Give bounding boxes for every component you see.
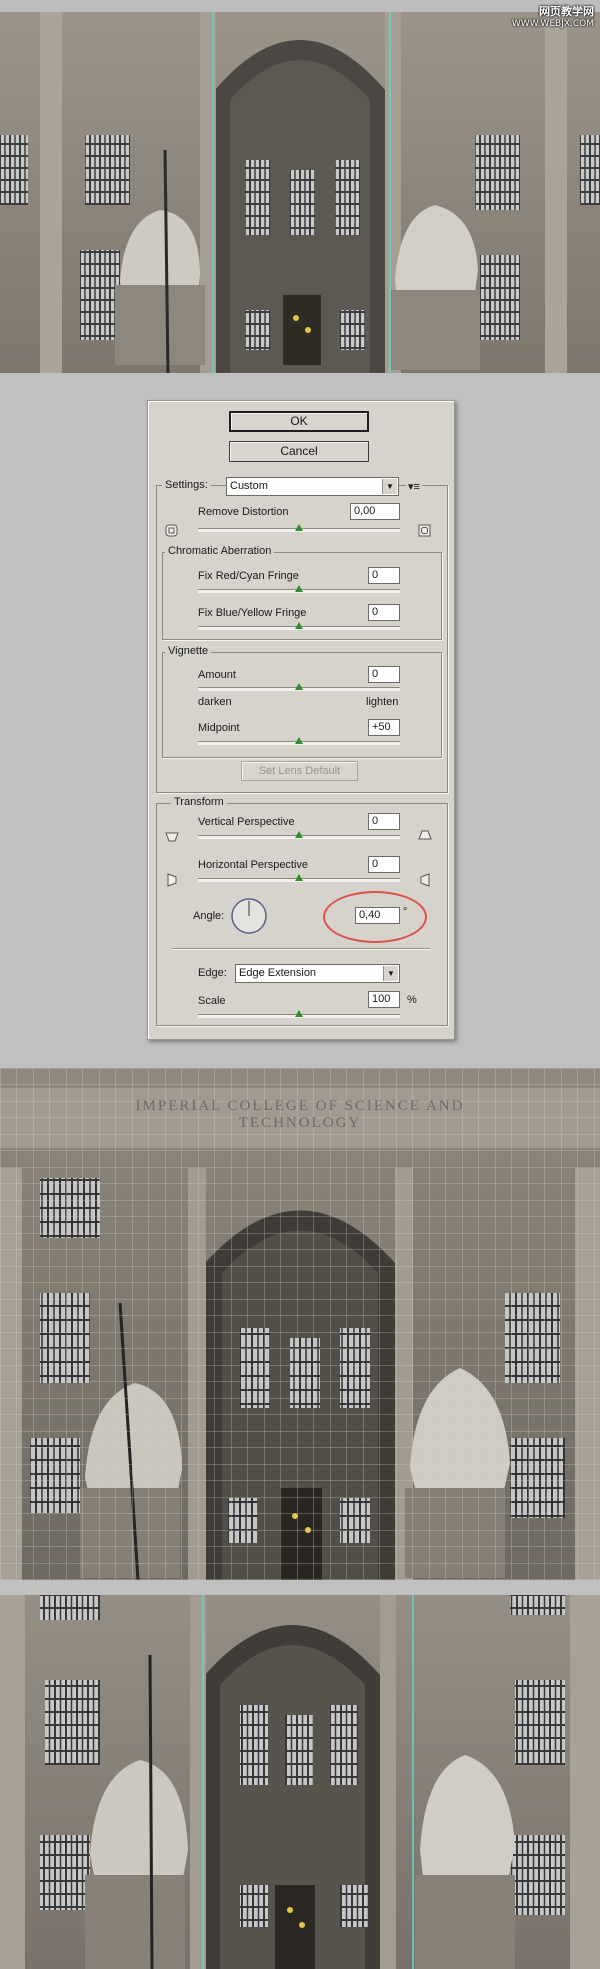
vignette-legend: Vignette [165, 645, 212, 657]
horizontal-perspective-left-icon [167, 873, 177, 887]
vertical-perspective-label: Vertical Perspective [198, 816, 295, 828]
red-cyan-thumb[interactable] [295, 585, 303, 592]
lighten-label: lighten [366, 696, 399, 708]
blue-yellow-thumb[interactable] [295, 622, 303, 629]
annotation-circle [323, 891, 427, 943]
red-cyan-label: Fix Red/Cyan Fringe [198, 570, 299, 582]
edge-select[interactable]: Edge Extension ▼ [235, 964, 400, 983]
vertical-perspective-thumb[interactable] [295, 831, 303, 838]
amount-field[interactable]: 0 [368, 666, 400, 683]
angle-label: Angle: [193, 910, 225, 922]
transform-legend: Transform [171, 796, 227, 808]
photo-after [0, 1595, 600, 1969]
photo-grid-preview: IMPERIAL COLLEGE OF SCIENCE AND TECHNOLO… [0, 1068, 600, 1580]
horizontal-perspective-thumb[interactable] [295, 874, 303, 881]
chevron-down-icon: ▼ [382, 479, 397, 494]
remove-distortion-thumb[interactable] [295, 524, 303, 531]
watermark-url: WWW.WEBJX.COM [511, 19, 594, 29]
vertical-perspective-field[interactable]: 0 [368, 813, 400, 830]
scale-field[interactable]: 100 [368, 991, 400, 1008]
vertical-perspective-right-icon [418, 830, 432, 840]
pincushion-icon [165, 524, 178, 537]
scale-unit: % [407, 994, 417, 1006]
red-cyan-field[interactable]: 0 [368, 567, 400, 584]
watermark: 网页教学网 WWW.WEBJX.COM [512, 6, 594, 30]
building-inscription: IMPERIAL COLLEGE OF SCIENCE AND TECHNOLO… [135, 1098, 465, 1131]
settings-menu-icon[interactable]: ▾≡ [406, 480, 422, 493]
remove-distortion-label: Remove Distortion [198, 506, 289, 518]
cancel-button[interactable]: Cancel [229, 441, 369, 462]
scale-thumb[interactable] [295, 1010, 303, 1017]
settings-label: Settings: [162, 479, 211, 491]
blue-yellow-label: Fix Blue/Yellow Fringe [198, 607, 307, 619]
midpoint-label: Midpoint [198, 722, 240, 734]
horizontal-perspective-label: Horizontal Perspective [198, 859, 309, 871]
edge-label: Edge: [198, 967, 227, 979]
chevron-down-icon: ▼ [383, 966, 398, 981]
settings-value: Custom [230, 480, 268, 492]
darken-label: darken [198, 696, 232, 708]
lens-correction-panel: OK Cancel Settings: Custom ▼ ▾≡ Remove D… [147, 400, 455, 1040]
amount-label: Amount [198, 669, 236, 681]
chromatic-legend: Chromatic Aberration [165, 545, 275, 557]
set-lens-default-button[interactable]: Set Lens Default [241, 761, 358, 781]
remove-distortion-field[interactable]: 0,00 [350, 503, 400, 520]
midpoint-thumb[interactable] [295, 737, 303, 744]
angle-dial-icon[interactable] [230, 897, 268, 935]
midpoint-field[interactable]: +50 [368, 719, 400, 736]
barrel-icon [418, 524, 431, 537]
vertical-perspective-left-icon [165, 832, 179, 842]
blue-yellow-field[interactable]: 0 [368, 604, 400, 621]
scale-label: Scale [198, 995, 226, 1007]
ok-button[interactable]: OK [229, 411, 369, 432]
watermark-title: 网页教学网 [539, 5, 594, 18]
edge-value: Edge Extension [239, 967, 317, 979]
horizontal-perspective-right-icon [420, 873, 430, 887]
amount-thumb[interactable] [295, 683, 303, 690]
divider [172, 948, 430, 950]
settings-select[interactable]: Custom ▼ [226, 477, 399, 496]
photo-before: 网页教学网 WWW.WEBJX.COM [0, 0, 600, 373]
horizontal-perspective-field[interactable]: 0 [368, 856, 400, 873]
